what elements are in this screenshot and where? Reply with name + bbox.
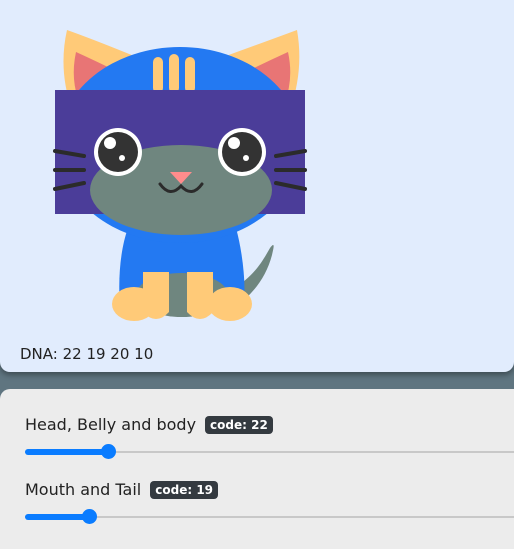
control-head-belly-body: Head, Belly and body code: 22 (25, 415, 514, 463)
control-label-row: Head, Belly and body code: 22 (25, 415, 514, 434)
cat-back-paw-right (208, 287, 252, 321)
control-mouth-tail: Mouth and Tail code: 19 (25, 480, 514, 528)
cat-front-leg-right (187, 272, 213, 319)
slider-thumb[interactable] (81, 509, 97, 524)
slider-fill (25, 514, 89, 520)
head-stripe-2 (169, 54, 179, 93)
mouth-tail-slider[interactable] (25, 508, 514, 528)
slider-fill (25, 449, 109, 455)
cat-front-leg-left (143, 272, 169, 319)
head-stripe-1 (153, 57, 163, 93)
control-label: Mouth and Tail (25, 480, 142, 499)
cat-preview-panel: DNA: 22 19 20 10 (0, 0, 514, 372)
code-badge: code: 19 (150, 480, 219, 499)
head-stripe-3 (185, 57, 195, 93)
controls-panel: Head, Belly and body code: 22 Mouth and … (0, 389, 514, 549)
slider-thumb[interactable] (101, 444, 117, 459)
dna-readout: DNA: 22 19 20 10 (20, 345, 154, 363)
control-label: Head, Belly and body (25, 415, 197, 434)
control-label-row: Mouth and Tail code: 19 (25, 480, 514, 499)
slider-track (25, 516, 514, 518)
head-belly-body-slider[interactable] (25, 443, 514, 463)
cat-illustration (53, 30, 307, 321)
code-badge: code: 22 (205, 415, 273, 434)
